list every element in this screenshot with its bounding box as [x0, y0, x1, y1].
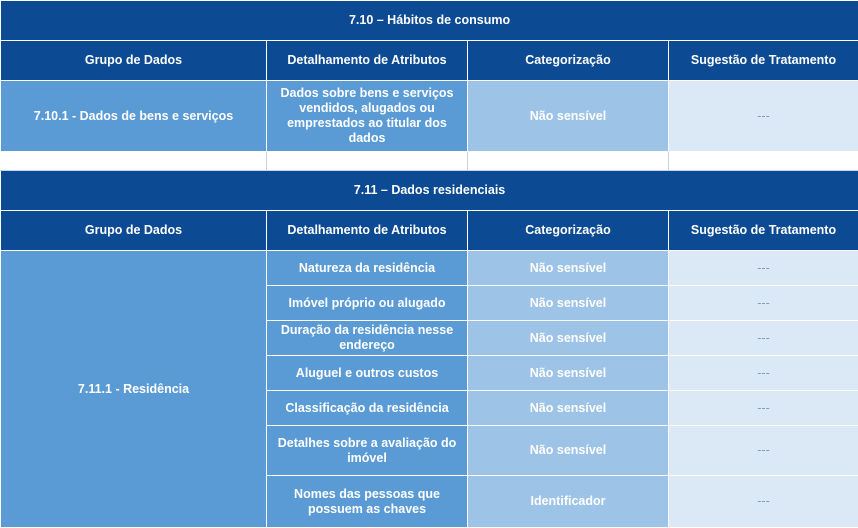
detail-cell: Nomes das pessoas que possuem as chaves	[266, 475, 468, 528]
header-categorizacao: Categorização	[467, 210, 669, 251]
suggestion-cell: ---	[667, 475, 858, 528]
detail-cell: Dados sobre bens e serviços vendidos, al…	[266, 80, 468, 152]
table-row: 7.11.1 - Residência Natureza da residênc…	[0, 250, 858, 528]
spacer-cell	[667, 151, 858, 171]
detail-cell: Detalhes sobre a avaliação do imóvel	[266, 425, 468, 476]
spacer-cell	[0, 151, 267, 171]
category-cell: Não sensível	[467, 390, 669, 426]
detail-cell: Imóvel próprio ou alugado	[266, 285, 468, 321]
suggestion-cell: ---	[667, 390, 858, 426]
header-detalhamento: Detalhamento de Atributos	[266, 40, 468, 81]
spacer-cell	[266, 151, 468, 171]
category-cell: Não sensível	[467, 80, 669, 152]
suggestion-cell: ---	[667, 80, 858, 152]
header-sugestao: Sugestão de Tratamento	[667, 210, 858, 251]
detail-cell: Natureza da residência	[266, 250, 468, 286]
suggestion-cell: ---	[667, 285, 858, 321]
category-cell: Não sensível	[467, 320, 669, 356]
header-sugestao: Sugestão de Tratamento	[667, 40, 858, 81]
category-cell: Não sensível	[467, 250, 669, 286]
category-cell: Identificador	[467, 475, 669, 528]
group-cell: 7.10.1 - Dados de bens e serviços	[0, 80, 267, 152]
category-cell: Não sensível	[467, 425, 669, 476]
category-cell: Não sensível	[467, 355, 669, 391]
detail-cell: Duração da residência nesse endereço	[266, 320, 468, 356]
data-classification-table: 7.10 – Hábitos de consumo Grupo de Dados…	[0, 0, 858, 528]
header-grupo-dados: Grupo de Dados	[0, 210, 267, 251]
suggestion-cell: ---	[667, 355, 858, 391]
suggestion-cell: ---	[667, 250, 858, 286]
suggestion-cell: ---	[667, 425, 858, 476]
detail-cell: Classificação da residência	[266, 390, 468, 426]
header-categorizacao: Categorização	[467, 40, 669, 81]
header-detalhamento: Detalhamento de Atributos	[266, 210, 468, 251]
section-title-habitos-consumo: 7.10 – Hábitos de consumo	[0, 0, 858, 41]
table-row: 7.10.1 - Dados de bens e serviços Dados …	[0, 80, 858, 152]
category-cell: Não sensível	[467, 285, 669, 321]
spacer-row	[0, 151, 858, 171]
detail-cell: Aluguel e outros custos	[266, 355, 468, 391]
section-title-dados-residenciais: 7.11 – Dados residenciais	[0, 170, 858, 211]
group-cell-residencia: 7.11.1 - Residência	[0, 250, 267, 528]
header-grupo-dados: Grupo de Dados	[0, 40, 267, 81]
spacer-cell	[467, 151, 669, 171]
suggestion-cell: ---	[667, 320, 858, 356]
